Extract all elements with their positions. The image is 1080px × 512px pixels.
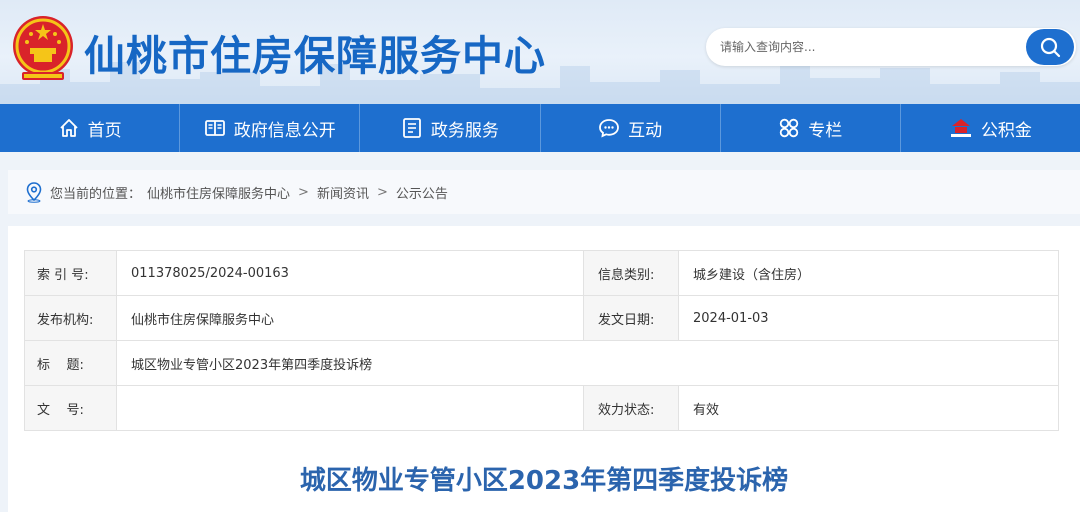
title-value: 城区物业专管小区2023年第四季度投诉榜 <box>116 340 1059 386</box>
title-label: 标 题: <box>24 340 117 386</box>
housing-fund-logo-icon <box>950 119 971 137</box>
document-info-table: 索 引 号: 011378025/2024-00163 信息类别: 城乡建设（含… <box>24 250 1059 431</box>
service-list-icon <box>403 118 421 138</box>
grid-icon <box>780 118 799 138</box>
publish-date-label: 发文日期: <box>583 295 679 341</box>
article-title: 城区物业专管小区2023年第四季度投诉榜 <box>299 466 789 496</box>
site-title: 仙桃市住房保障服务中心 <box>84 32 546 80</box>
main-nav: 首页 政府信息公开 政务服务 互动 专栏 公积金 <box>0 104 1080 152</box>
publisher-label: 发布机构: <box>24 295 117 341</box>
search-button[interactable] <box>1026 29 1074 65</box>
nav-label: 首页 <box>87 120 122 141</box>
content-panel: 索 引 号: 011378025/2024-00163 信息类别: 城乡建设（含… <box>8 226 1080 512</box>
document-open-icon <box>204 120 225 136</box>
breadcrumb: 您当前的位置： 仙桃市住房保障服务中心 > 新闻资讯 > 公示公告 <box>8 170 1080 214</box>
nav-item-housing-fund[interactable]: 公积金 <box>901 104 1080 152</box>
nav-item-services[interactable]: 政务服务 <box>360 104 541 152</box>
nav-item-interaction[interactable]: 互动 <box>541 104 721 152</box>
location-pin-icon <box>26 182 42 203</box>
doc-number-label: 文 号: <box>24 385 117 431</box>
search-icon <box>1040 37 1061 58</box>
nav-item-columns[interactable]: 专栏 <box>721 104 901 152</box>
table-row: 发布机构: 仙桃市住房保障服务中心 发文日期: 2024-01-03 <box>24 295 1059 341</box>
breadcrumb-link-notices[interactable]: 公示公告 <box>396 183 448 202</box>
table-row: 标 题: 城区物业专管小区2023年第四季度投诉榜 <box>24 340 1059 386</box>
publisher-value: 仙桃市住房保障服务中心 <box>116 295 584 341</box>
nav-item-home[interactable]: 首页 <box>0 104 181 152</box>
home-icon <box>59 119 78 137</box>
national-emblem-icon <box>13 16 73 80</box>
breadcrumb-separator: > <box>376 184 388 200</box>
publish-date-value: 2024-01-03 <box>678 295 1059 341</box>
nav-item-gov-info[interactable]: 政府信息公开 <box>180 104 361 152</box>
breadcrumb-prefix: 您当前的位置： <box>50 186 142 202</box>
validity-label: 效力状态: <box>583 385 679 431</box>
nav-label: 互动 <box>628 120 663 141</box>
search-input[interactable] <box>720 37 1020 57</box>
table-row: 索 引 号: 011378025/2024-00163 信息类别: 城乡建设（含… <box>24 250 1059 296</box>
validity-value: 有效 <box>678 385 1059 431</box>
doc-number-value <box>116 385 584 431</box>
chat-bubble-icon <box>599 119 619 138</box>
index-number-value: 011378025/2024-00163 <box>116 250 584 296</box>
site-header: 仙桃市住房保障服务中心 <box>0 0 1080 104</box>
breadcrumb-link-home[interactable]: 仙桃市住房保障服务中心 <box>147 183 290 202</box>
nav-label: 政务服务 <box>430 120 499 141</box>
nav-label: 公积金 <box>980 120 1032 141</box>
index-number-label: 索 引 号: <box>24 250 117 296</box>
search-box <box>706 28 1076 66</box>
table-row: 文 号: 效力状态: 有效 <box>24 385 1059 431</box>
category-label: 信息类别: <box>583 250 679 296</box>
nav-label: 政府信息公开 <box>233 120 336 141</box>
nav-label: 专栏 <box>808 120 843 141</box>
category-value: 城乡建设（含住房） <box>678 250 1059 296</box>
breadcrumb-link-news[interactable]: 新闻资讯 <box>317 183 369 202</box>
breadcrumb-separator: > <box>298 184 309 200</box>
